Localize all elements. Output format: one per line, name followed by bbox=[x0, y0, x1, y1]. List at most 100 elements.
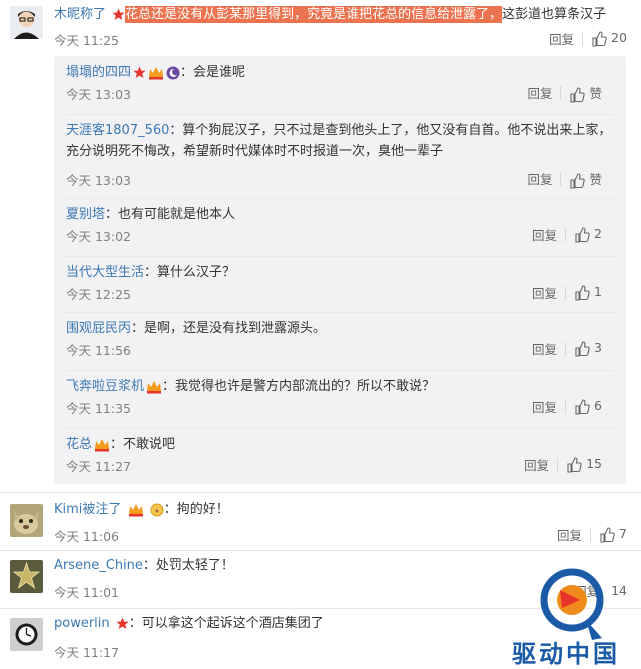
comment-author[interactable]: 木昵称了 bbox=[54, 7, 106, 22]
reply-button[interactable]: 回复 bbox=[532, 283, 557, 302]
like-button[interactable]: 1 bbox=[574, 284, 602, 301]
reply-button[interactable]: 回复 bbox=[549, 29, 574, 48]
svg-text:♦: ♦ bbox=[155, 508, 159, 515]
comment-text: ：拘的好！ bbox=[163, 502, 229, 517]
avatar[interactable] bbox=[10, 6, 43, 39]
reply-author[interactable]: 围观屁民丙 bbox=[66, 321, 131, 336]
reply-author[interactable]: 天涯客1807_560 bbox=[66, 123, 169, 138]
like-count: 20 bbox=[611, 30, 627, 46]
highlighted-text: 花总还是没有从彭某那里得到，究竟是谁把花总的信息给泄露了， bbox=[125, 6, 503, 23]
divider bbox=[66, 198, 614, 199]
divider bbox=[565, 227, 567, 242]
thumbs-up-icon bbox=[600, 527, 615, 543]
divider bbox=[66, 114, 614, 115]
divider bbox=[582, 31, 584, 46]
divider bbox=[66, 256, 614, 257]
reply-text: ：算什么汉子？ bbox=[144, 265, 236, 280]
reply-item: 夏别塔：也有可能就是他本人 今天 13:02 回复 2 bbox=[66, 204, 614, 250]
like-count: 15 bbox=[586, 456, 602, 472]
divider bbox=[560, 171, 562, 186]
reply-button[interactable]: 回复 bbox=[524, 455, 549, 474]
avatar[interactable] bbox=[10, 560, 43, 593]
comment-text: 这彭道也算条汉子 bbox=[502, 7, 607, 22]
divider bbox=[565, 285, 567, 300]
reply-item: 当代大型生活：算什么汉子？ 今天 12:25 回复 1 bbox=[66, 262, 614, 308]
reply-text: ：不敢说吧 bbox=[110, 437, 176, 452]
thumbs-up-icon bbox=[575, 399, 590, 415]
reply-button[interactable]: 回复 bbox=[557, 525, 582, 544]
vip-crown-badge-icon bbox=[95, 438, 110, 451]
night-badge-icon bbox=[166, 66, 180, 79]
reply-button[interactable]: 回复 bbox=[532, 397, 557, 416]
divider bbox=[0, 492, 641, 493]
divider bbox=[557, 457, 559, 472]
red-star-badge-icon bbox=[116, 617, 129, 629]
reply-button[interactable]: 回复 bbox=[527, 83, 552, 102]
thumbs-up-icon bbox=[570, 172, 586, 189]
thumbs-up-icon bbox=[570, 86, 586, 103]
divider bbox=[66, 312, 614, 313]
reply-author[interactable]: 花总 bbox=[66, 437, 92, 452]
reply-button[interactable]: 回复 bbox=[532, 339, 557, 358]
like-count: 1 bbox=[594, 284, 602, 300]
reply-item: 花总 ：不敢说吧 今天 11:27 回复 15 bbox=[66, 434, 614, 480]
divider bbox=[565, 341, 567, 356]
like-count: 赞 bbox=[589, 86, 602, 101]
reply-author[interactable]: 塌塌的四四 bbox=[66, 65, 131, 80]
like-button[interactable]: 赞 bbox=[569, 169, 602, 189]
like-button[interactable]: 赞 bbox=[569, 83, 602, 103]
drive-china-logo: 驱动中国 bbox=[490, 560, 641, 668]
reply-author[interactable]: 飞奔啦豆浆机 bbox=[66, 379, 144, 394]
reply-button[interactable]: 回复 bbox=[527, 169, 552, 188]
reply-time: 今天 13:03 bbox=[66, 87, 131, 102]
reply-item: 围观屁民丙：是啊，还是没有找到泄露源头。 今天 11:56 回复 3 bbox=[66, 318, 614, 364]
comment-author[interactable]: Kimi被注了 bbox=[54, 502, 121, 517]
divider bbox=[560, 85, 562, 100]
like-button[interactable]: 6 bbox=[574, 398, 602, 415]
reply-text: ：会是谁呢 bbox=[180, 65, 246, 80]
like-button[interactable]: 2 bbox=[574, 226, 602, 243]
avatar[interactable] bbox=[10, 504, 43, 537]
thumbs-up-icon bbox=[567, 457, 582, 473]
reply-time: 今天 12:25 bbox=[66, 287, 131, 302]
red-star-badge-icon bbox=[133, 66, 146, 78]
like-count: 7 bbox=[619, 526, 627, 542]
reply-author[interactable]: 当代大型生活 bbox=[66, 265, 144, 280]
like-count: 2 bbox=[594, 226, 602, 242]
reply-author[interactable]: 夏别塔 bbox=[66, 207, 105, 222]
reply-item: 天涯客1807_560：算个狗屁汉子，只不过是查到他头上了，他又没有自首。他不说… bbox=[66, 120, 614, 192]
watermark-text: 驱动中国 bbox=[512, 640, 620, 668]
like-button[interactable]: 7 bbox=[599, 526, 627, 543]
like-count: 6 bbox=[594, 398, 602, 414]
divider bbox=[590, 527, 592, 542]
vip-crown-badge-icon bbox=[149, 66, 164, 79]
comment-author[interactable]: powerlin bbox=[54, 616, 110, 631]
reply-button[interactable]: 回复 bbox=[532, 225, 557, 244]
divider bbox=[66, 428, 614, 429]
like-button[interactable]: 15 bbox=[566, 456, 602, 473]
divider bbox=[0, 550, 641, 551]
like-button[interactable]: 20 bbox=[591, 30, 627, 47]
comment-text: ：可以拿这个起诉这个酒店集团了 bbox=[128, 616, 324, 631]
thumbs-up-icon bbox=[575, 227, 590, 243]
reply-item: 塌塌的四四 ：会是谁呢今天 13:03 回复 赞 bbox=[66, 62, 614, 108]
like-count: 赞 bbox=[589, 172, 602, 187]
comment-author[interactable]: Arsene_Chine bbox=[54, 558, 143, 573]
medal-badge-icon: ♦ bbox=[150, 503, 164, 516]
reply-time: 今天 11:35 bbox=[66, 401, 131, 416]
comment-time: 今天 11:25 bbox=[54, 33, 119, 48]
vip-crown-badge-icon bbox=[128, 503, 143, 516]
reply-time: 今天 13:03 bbox=[66, 173, 131, 188]
reply-time: 今天 13:02 bbox=[66, 229, 131, 244]
avatar[interactable] bbox=[10, 618, 43, 651]
thumbs-up-icon bbox=[592, 31, 607, 47]
like-button[interactable]: 3 bbox=[574, 340, 602, 357]
thumbs-up-icon bbox=[575, 341, 590, 357]
like-count: 3 bbox=[594, 340, 602, 356]
thumbs-up-icon bbox=[575, 285, 590, 301]
reply-time: 今天 11:56 bbox=[66, 343, 131, 358]
reply-item: 飞奔啦豆浆机 ：我觉得也许是警方内部流出的？所以不敢说？ 今天 11:35 回复 6 bbox=[66, 376, 614, 422]
comment-text: ：处罚太轻了！ bbox=[142, 558, 234, 573]
comment-time: 今天 11:17 bbox=[54, 645, 119, 660]
vip-crown-badge-icon bbox=[147, 380, 162, 393]
